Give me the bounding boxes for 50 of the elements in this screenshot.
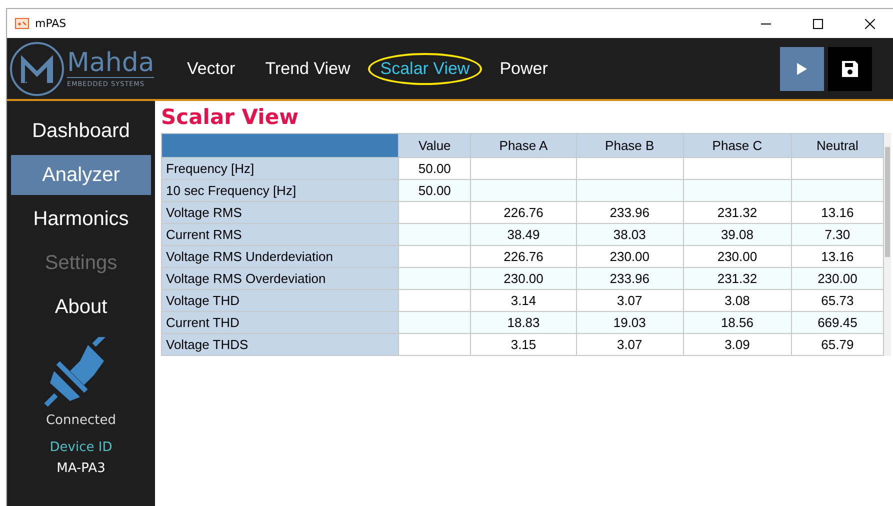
nav-tab[interactable]: Vector: [175, 52, 248, 84]
row-label: Voltage RMS: [162, 202, 398, 224]
sidebar-item[interactable]: Dashboard: [11, 111, 151, 151]
play-icon: [796, 62, 808, 76]
row-label: 10 sec Frequency [Hz]: [162, 180, 398, 202]
column-header: Neutral: [791, 134, 884, 158]
sidebar-item[interactable]: About: [11, 287, 151, 327]
row-label: Current THD: [162, 312, 398, 334]
column-header: Phase A: [470, 134, 576, 158]
table-cell: 230.00: [791, 268, 884, 290]
table-cell: 3.15: [470, 334, 576, 356]
column-header: Value: [398, 134, 471, 158]
row-label: Voltage RMS Underdeviation: [162, 246, 398, 268]
table-cell: 669.45: [791, 312, 884, 334]
app-icon: [15, 18, 29, 29]
play-button[interactable]: [780, 46, 824, 90]
row-label: Voltage THD: [162, 290, 398, 312]
table-cell: 3.09: [683, 334, 792, 356]
table-cell: 38.49: [470, 224, 576, 246]
table-cell: 233.96: [576, 268, 684, 290]
nav-tab[interactable]: Power: [488, 52, 560, 84]
nav-tab[interactable]: Trend View: [253, 52, 362, 84]
sidebar-item[interactable]: Harmonics: [11, 199, 151, 239]
table-cell: 18.56: [683, 312, 792, 334]
table-cell: 230.00: [470, 268, 576, 290]
device-id-label: Device ID: [50, 440, 112, 455]
row-label: Voltage RMS Overdeviation: [162, 268, 398, 290]
device-id: MA-PA3: [56, 461, 106, 476]
table-cell: 3.07: [576, 334, 684, 356]
column-header: Phase C: [683, 134, 792, 158]
table-cell: 50.00: [398, 180, 471, 202]
row-label: Current RMS: [162, 224, 398, 246]
row-label: Frequency [Hz]: [162, 158, 398, 180]
column-header: Phase B: [576, 134, 684, 158]
table-cell: 18.83: [470, 312, 576, 334]
nav-tab[interactable]: Scalar View: [368, 52, 482, 84]
page-title: Scalar View: [161, 105, 300, 129]
table-cell: 39.08: [683, 224, 792, 246]
table-cell: 231.32: [683, 268, 792, 290]
sidebar-item[interactable]: Analyzer: [11, 155, 151, 195]
table-cell: 38.03: [576, 224, 684, 246]
table-cell: 7.30: [791, 224, 884, 246]
table-cell: 65.79: [791, 334, 884, 356]
brand-name: Mahda: [67, 49, 154, 78]
save-button[interactable]: [828, 46, 872, 90]
connection-status: Connected: [46, 413, 116, 428]
scrollbar[interactable]: [884, 133, 891, 356]
table-cell: 19.03: [576, 312, 684, 334]
row-label: Voltage THDS: [162, 334, 398, 356]
window-title: mPAS: [35, 17, 68, 30]
